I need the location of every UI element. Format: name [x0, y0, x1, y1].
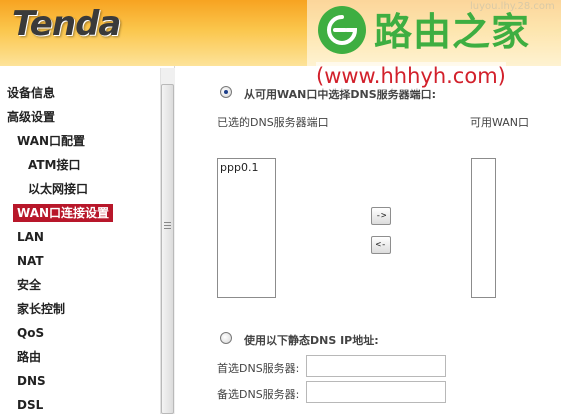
- secondary-dns-input[interactable]: [306, 381, 446, 403]
- header-bar: Tenda luyou.lhy.28.com 路由之家: [0, 0, 561, 66]
- sidebar-item-dns[interactable]: DNS: [17, 372, 46, 390]
- sidebar-item-wan-config[interactable]: WAN口配置: [17, 132, 85, 150]
- primary-dns-label: 首选DNS服务器:: [217, 362, 300, 375]
- sidebar-item-parental[interactable]: 家长控制: [17, 300, 65, 318]
- primary-dns-input[interactable]: [306, 355, 446, 377]
- selected-dns-list[interactable]: ppp0.1: [217, 158, 276, 298]
- sidebar-item-ethernet[interactable]: 以太网接口: [28, 180, 88, 198]
- wan-dns-radio[interactable]: [220, 86, 232, 98]
- static-dns-radio[interactable]: [220, 332, 232, 344]
- secondary-dns-label: 备选DNS服务器:: [217, 388, 300, 401]
- watermark-url: (www.hhhyh.com): [316, 62, 506, 90]
- list-item[interactable]: ppp0.1: [218, 159, 275, 176]
- selected-list-label: 已选的DNS服务器端口: [217, 116, 329, 129]
- available-list-label: 可用WAN口: [470, 116, 530, 129]
- sidebar-item-lan[interactable]: LAN: [17, 228, 44, 246]
- sidebar-item-routing[interactable]: 路由: [17, 348, 41, 366]
- sidebar-item-device-info[interactable]: 设备信息: [7, 84, 55, 102]
- dns-settings-panel: 从可用WAN口中选择DNS服务器端口: 已选的DNS服务器端口 可用WAN口 p…: [176, 66, 561, 414]
- sidebar-item-qos[interactable]: QoS: [17, 324, 44, 342]
- tenda-logo: Tenda: [12, 4, 121, 44]
- sidebar-item-nat[interactable]: NAT: [17, 252, 44, 270]
- move-right-button[interactable]: ->: [371, 207, 391, 225]
- watermark-title: 路由之家: [374, 10, 531, 54]
- static-dns-option-label: 使用以下静态DNS IP地址:: [244, 334, 379, 347]
- sidebar-item-security[interactable]: 安全: [17, 276, 41, 294]
- available-wan-list[interactable]: [471, 158, 496, 298]
- sidebar: 设备信息 高级设置 WAN口配置 ATM接口 以太网接口 WAN口连接设置 LA…: [0, 66, 175, 414]
- sidebar-item-dsl[interactable]: DSL: [17, 396, 43, 414]
- sidebar-item-wan-connection[interactable]: WAN口连接设置: [13, 204, 114, 222]
- watermark-logo-icon: [318, 6, 366, 54]
- sidebar-item-atm[interactable]: ATM接口: [28, 156, 80, 174]
- move-left-button[interactable]: <-: [371, 236, 391, 254]
- scroll-grip-icon: [164, 222, 171, 229]
- sidebar-scroll-thumb[interactable]: [161, 84, 174, 414]
- sidebar-item-advanced[interactable]: 高级设置: [7, 108, 55, 126]
